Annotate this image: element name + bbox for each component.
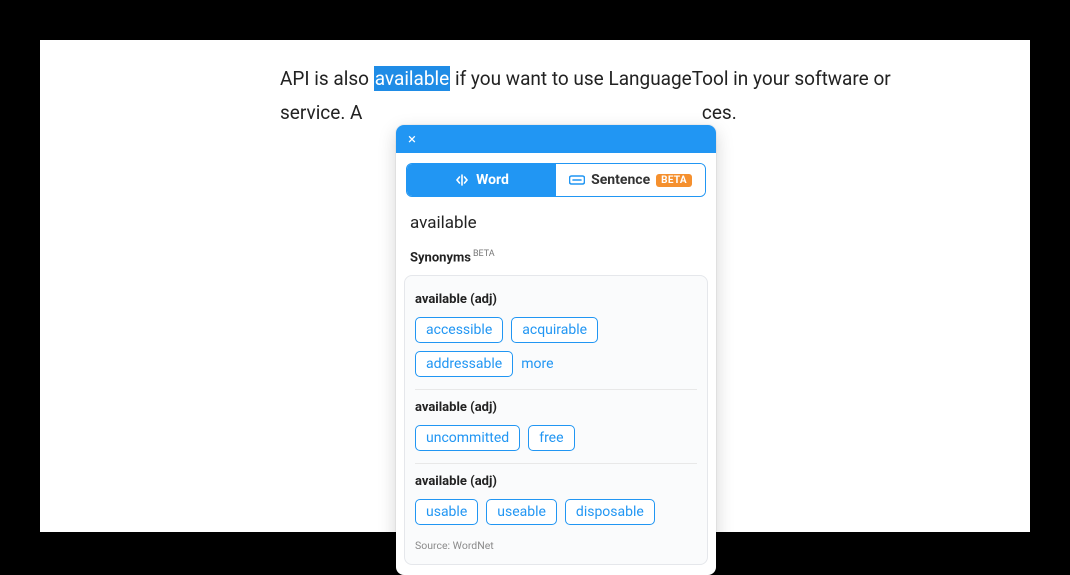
sense-label: available (adj) [415,474,697,489]
synonym-chip[interactable]: useable [486,499,557,525]
sentence-icon [569,172,585,188]
tab-sentence[interactable]: Sentence BETA [556,164,705,196]
text-after-line1: if you want to use LanguageTool in your … [450,67,890,90]
tab-word[interactable]: Word [407,164,556,196]
text-line2-pre: service. A [280,101,362,124]
word-icon [454,172,470,188]
synonyms-panel: available (adj) accessible acquirable ad… [404,275,708,565]
more-link[interactable]: more [521,356,553,372]
sense-group: available (adj) accessible acquirable ad… [415,282,697,389]
synonym-chip[interactable]: uncommitted [415,425,520,451]
highlighted-word[interactable]: available [374,66,451,91]
text-before: API is also [280,67,374,90]
sense-label: available (adj) [415,292,697,307]
lookup-word: available [396,197,716,239]
synonym-chip[interactable]: addressable [415,351,513,377]
chip-row: uncommitted free [415,425,697,451]
synonym-chip[interactable]: accessible [415,317,503,343]
synonym-chip[interactable]: usable [415,499,478,525]
synonyms-heading: SynonymsBETA [396,239,716,275]
document-text: API is also available if you want to use… [280,62,900,130]
popup-header: × [396,125,716,153]
synonym-chip[interactable]: free [528,425,574,451]
text-line2-post: ces. [702,101,737,124]
synonyms-beta: BETA [473,249,495,259]
close-icon[interactable]: × [404,128,420,151]
synonym-chip[interactable]: disposable [565,499,655,525]
source-attribution: Source: WordNet [415,537,697,556]
synonym-chip[interactable]: acquirable [511,317,598,343]
chip-row: usable useable disposable [415,499,697,525]
synonyms-label: Synonyms [410,250,471,265]
synonym-popup: × Word Sentence BETA available SynonymsB… [396,125,716,575]
page-surface: API is also available if you want to use… [40,40,1030,532]
sense-group: available (adj) uncommitted free [415,389,697,463]
sense-label: available (adj) [415,400,697,415]
chip-row: accessible acquirable addressable more [415,317,697,377]
sense-group: available (adj) usable useable disposabl… [415,463,697,537]
tab-word-label: Word [476,172,509,188]
tab-sentence-label: Sentence [591,172,650,188]
beta-badge: BETA [656,174,692,187]
mode-tabs: Word Sentence BETA [406,163,706,197]
